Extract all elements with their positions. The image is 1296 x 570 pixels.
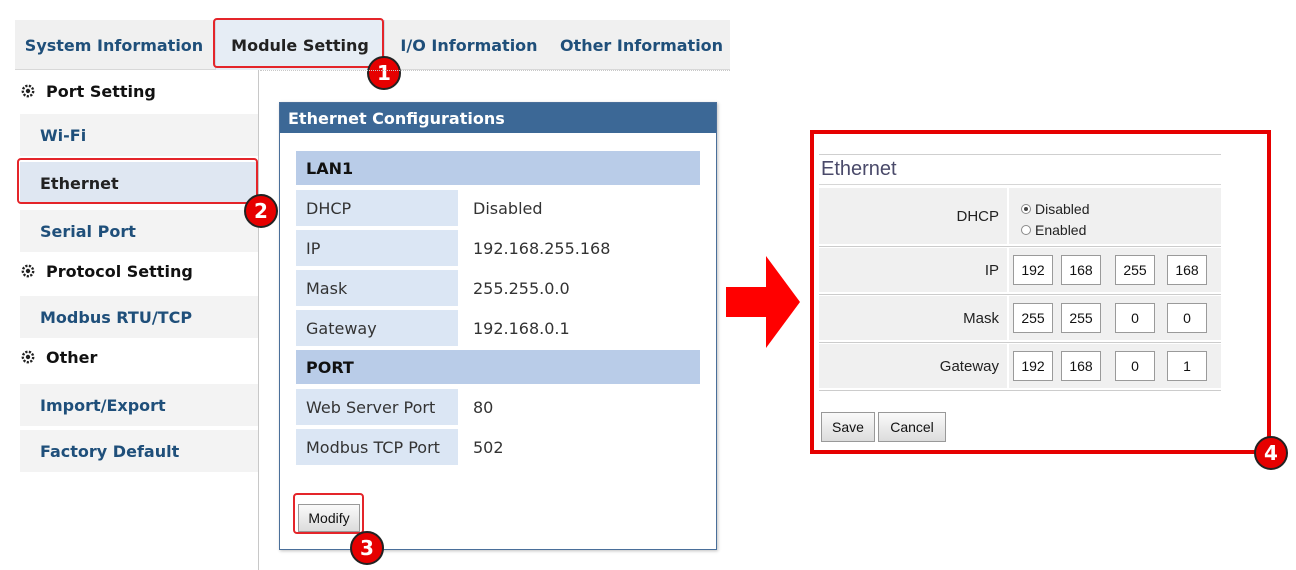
mask-octet-1-input[interactable]: 255 <box>1013 303 1053 333</box>
sidebar-item-factory-default[interactable]: Factory Default <box>20 430 258 472</box>
cancel-button[interactable]: Cancel <box>878 412 946 442</box>
panel-title: Ethernet <box>821 158 897 180</box>
gateway-octet-2-input[interactable]: 168 <box>1061 351 1101 381</box>
tab-io-information[interactable]: I/O Information <box>385 20 553 70</box>
tab-system-information[interactable]: System Information <box>15 20 213 70</box>
section-other: Other <box>20 340 97 374</box>
panel-top-line <box>819 154 1221 155</box>
arrow-head <box>766 256 800 348</box>
ip-label: IP <box>819 248 1007 292</box>
gear-icon <box>21 350 35 364</box>
sidebar-item-serial-port[interactable]: Serial Port <box>20 210 258 252</box>
row-value-ip: 192.168.255.168 <box>473 238 611 258</box>
row-label-ip: IP <box>296 230 458 266</box>
row-label-web-server-port: Web Server Port <box>296 389 458 425</box>
row-label-dhcp: DHCP <box>296 190 458 226</box>
save-button[interactable]: Save <box>821 412 875 442</box>
row-divider <box>819 390 1221 391</box>
content-divider <box>260 70 730 71</box>
callout-badge-2: 2 <box>244 194 278 228</box>
ip-octet-2-input[interactable]: 168 <box>1061 255 1101 285</box>
row-value-dhcp: Disabled <box>473 198 543 218</box>
ip-octet-3-input[interactable]: 255 <box>1115 255 1155 285</box>
mask-octet-2-input[interactable]: 255 <box>1061 303 1101 333</box>
gear-icon <box>21 264 35 278</box>
mask-label: Mask <box>819 296 1007 340</box>
gateway-octet-3-input[interactable]: 0 <box>1115 351 1155 381</box>
ip-octet-4-input[interactable]: 168 <box>1167 255 1207 285</box>
row-divider <box>819 246 1221 247</box>
callout-badge-1: 1 <box>367 56 401 90</box>
group-header-lan1: LAN1 <box>296 151 700 185</box>
section-protocol-setting: Protocol Setting <box>20 254 193 288</box>
sidebar-item-modbus[interactable]: Modbus RTU/TCP <box>20 296 258 338</box>
highlight-box-ethernet <box>17 158 258 204</box>
row-label-modbus-tcp-port: Modbus TCP Port <box>296 429 458 465</box>
callout-badge-3: 3 <box>350 531 384 565</box>
section-title: Other <box>46 347 98 367</box>
dhcp-label: DHCP <box>819 188 1007 244</box>
gateway-octet-4-input[interactable]: 1 <box>1167 351 1207 381</box>
sidebar-item-wifi[interactable]: Wi-Fi <box>20 114 258 156</box>
mask-octet-3-input[interactable]: 0 <box>1115 303 1155 333</box>
dialog-title: Ethernet Configurations <box>280 103 716 133</box>
section-title: Port Setting <box>46 81 156 101</box>
highlight-box-tab <box>213 18 384 68</box>
gear-icon <box>21 84 35 98</box>
group-header-port: PORT <box>296 350 700 384</box>
row-label-mask: Mask <box>296 270 458 306</box>
gateway-octet-1-input[interactable]: 192 <box>1013 351 1053 381</box>
row-label-gateway: Gateway <box>296 310 458 346</box>
tab-other-information[interactable]: Other Information <box>553 20 730 70</box>
row-divider <box>819 342 1221 343</box>
arrow-right-icon <box>726 287 766 317</box>
highlight-box-modify <box>293 493 364 534</box>
radio-dhcp-enabled[interactable] <box>1021 225 1031 235</box>
row-divider <box>819 294 1221 295</box>
section-title: Protocol Setting <box>46 261 193 281</box>
row-value-modbus-tcp-port: 502 <box>473 437 504 457</box>
panel-title-separator <box>819 184 1221 185</box>
row-value-web-server-port: 80 <box>473 397 494 417</box>
radio-label-enabled: Enabled <box>1035 222 1087 238</box>
radio-label-disabled: Disabled <box>1035 201 1090 217</box>
ip-octet-1-input[interactable]: 192 <box>1013 255 1053 285</box>
callout-badge-4: 4 <box>1254 436 1288 470</box>
mask-octet-4-input[interactable]: 0 <box>1167 303 1207 333</box>
sidebar-item-import-export[interactable]: Import/Export <box>20 384 258 426</box>
row-value-mask: 255.255.0.0 <box>473 278 570 298</box>
row-value-gateway: 192.168.0.1 <box>473 318 570 338</box>
section-port-setting: Port Setting <box>20 74 156 108</box>
radio-dhcp-disabled[interactable] <box>1021 204 1031 214</box>
gateway-label: Gateway <box>819 344 1007 388</box>
